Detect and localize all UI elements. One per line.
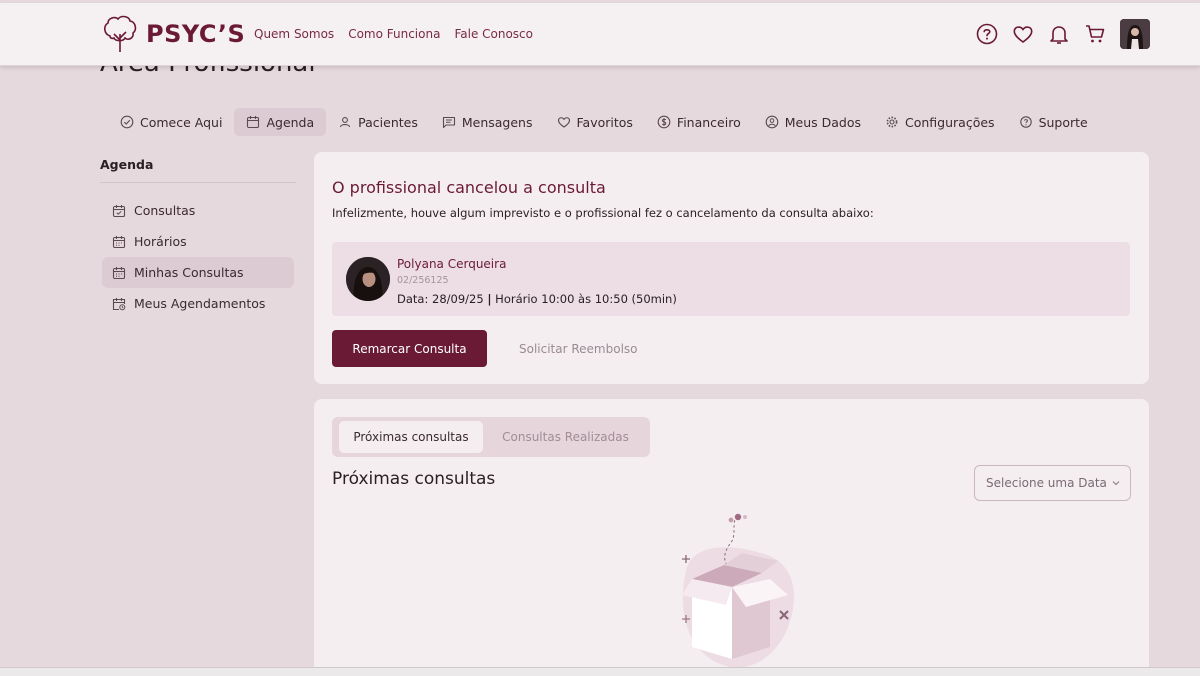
top-header: PSYC’S Quem Somos Como Funciona Fale Con… (0, 3, 1200, 66)
tab-configuracoes[interactable]: Configurações (873, 108, 1007, 136)
time-label: Horário (495, 292, 538, 306)
tab-proximas-consultas[interactable]: Próximas consultas (339, 421, 483, 453)
main-tabs: Comece Aqui Agenda Pacientes Mensagens F… (108, 108, 1100, 136)
time-value: 10:00 às 10:50 (50min) (541, 292, 677, 306)
sidebar: Agenda Consultas Horários Minhas Consult… (100, 152, 296, 319)
nav-quem-somos[interactable]: Quem Somos (254, 27, 334, 41)
calendar-clock-icon (112, 297, 126, 310)
brand-logo[interactable]: PSYC’S (100, 14, 245, 54)
sidebar-item-label: Minhas Consultas (134, 265, 244, 280)
tab-favoritos[interactable]: Favoritos (545, 108, 645, 136)
tab-financeiro[interactable]: Financeiro (645, 108, 753, 136)
tab-mensagens[interactable]: Mensagens (430, 108, 545, 136)
section-title: Próximas consultas (332, 469, 496, 489)
professional-name: Polyana Cerqueira (397, 257, 507, 271)
top-nav: Quem Somos Como Funciona Fale Conosco (254, 27, 533, 41)
help-icon (1019, 116, 1032, 128)
professional-photo (346, 257, 390, 301)
appointment-datetime: Data: 28/09/25 | Horário 10:00 às 10:50 … (397, 292, 677, 306)
sidebar-item-minhas-consultas[interactable]: Minhas Consultas (102, 257, 294, 288)
chevron-down-icon (1112, 481, 1120, 486)
cancel-notice-title: O profissional cancelou a consulta (332, 178, 606, 197)
brain-tree-icon (104, 15, 137, 52)
date-label: Data: (397, 292, 429, 306)
header-actions (976, 19, 1150, 49)
professional-registration: 02/256125 (397, 275, 449, 286)
cancel-notice-description: Infelizmente, houve algum imprevisto e o… (332, 206, 874, 220)
sidebar-list: Consultas Horários Minhas Consultas Meus… (100, 195, 296, 319)
browser-bottom-bar (0, 667, 1200, 676)
sidebar-item-horarios[interactable]: Horários (102, 226, 294, 257)
sidebar-item-label: Horários (134, 234, 187, 249)
tab-label: Agenda (266, 114, 315, 130)
check-circle-icon (120, 115, 134, 129)
brand-name: PSYC’S (146, 20, 246, 48)
calendar-icon (247, 116, 260, 129)
date-select-placeholder: Selecione uma Data (986, 476, 1107, 490)
bell-icon[interactable] (1048, 23, 1070, 45)
tab-comece-aqui[interactable]: Comece Aqui (108, 108, 234, 136)
tab-label: Financeiro (676, 114, 741, 130)
gear-icon (886, 116, 898, 128)
calendar-icon (112, 235, 126, 248)
dollar-icon (657, 115, 671, 129)
tab-label: Pacientes (358, 114, 418, 130)
empty-box-illustration (682, 513, 795, 668)
tab-label: Favoritos (576, 114, 633, 130)
nav-fale-conosco[interactable]: Fale Conosco (454, 27, 533, 41)
calendar-icon (112, 266, 126, 279)
request-refund-button[interactable]: Solicitar Reembolso (519, 342, 638, 356)
professional-info: Polyana Cerqueira 02/256125 Data: 28/09/… (332, 242, 1130, 316)
tab-suporte[interactable]: Suporte (1007, 108, 1100, 136)
nav-como-funciona[interactable]: Como Funciona (348, 27, 440, 41)
sidebar-item-meus-agendamentos[interactable]: Meus Agendamentos (102, 288, 294, 319)
tab-label: Configurações (905, 114, 995, 130)
calendar-check-icon (112, 204, 126, 217)
separator: | (487, 292, 492, 306)
sidebar-item-consultas[interactable]: Consultas (102, 195, 294, 226)
date-select[interactable]: Selecione uma Data (974, 465, 1131, 501)
message-icon (442, 116, 455, 129)
help-icon[interactable] (976, 23, 998, 45)
cancel-notice-card: O profissional cancelou a consulta Infel… (314, 152, 1149, 384)
sidebar-item-label: Meus Agendamentos (134, 296, 266, 311)
user-avatar[interactable] (1120, 19, 1150, 49)
tab-label: Suporte (1038, 114, 1088, 130)
sidebar-title: Agenda (100, 152, 296, 183)
reschedule-button[interactable]: Remarcar Consulta (332, 330, 487, 367)
tab-consultas-realizadas[interactable]: Consultas Realizadas (488, 421, 643, 453)
heart-icon (557, 117, 570, 128)
tab-label: Mensagens (461, 114, 533, 130)
tab-agenda[interactable]: Agenda (234, 108, 327, 136)
appointments-card: Próximas consultas Consultas Realizadas … (314, 399, 1149, 676)
user-icon (340, 117, 351, 128)
tab-meus-dados[interactable]: Meus Dados (753, 108, 873, 136)
cart-icon[interactable] (1084, 23, 1106, 45)
tab-label: Comece Aqui (140, 114, 223, 130)
tab-label: Meus Dados (784, 114, 861, 130)
sidebar-item-label: Consultas (134, 203, 196, 218)
user-circle-icon (765, 115, 779, 129)
heart-icon[interactable] (1012, 23, 1034, 45)
appointments-tabs: Próximas consultas Consultas Realizadas (332, 417, 650, 457)
date-value: 28/09/25 (432, 292, 484, 306)
tab-pacientes[interactable]: Pacientes (326, 108, 430, 136)
